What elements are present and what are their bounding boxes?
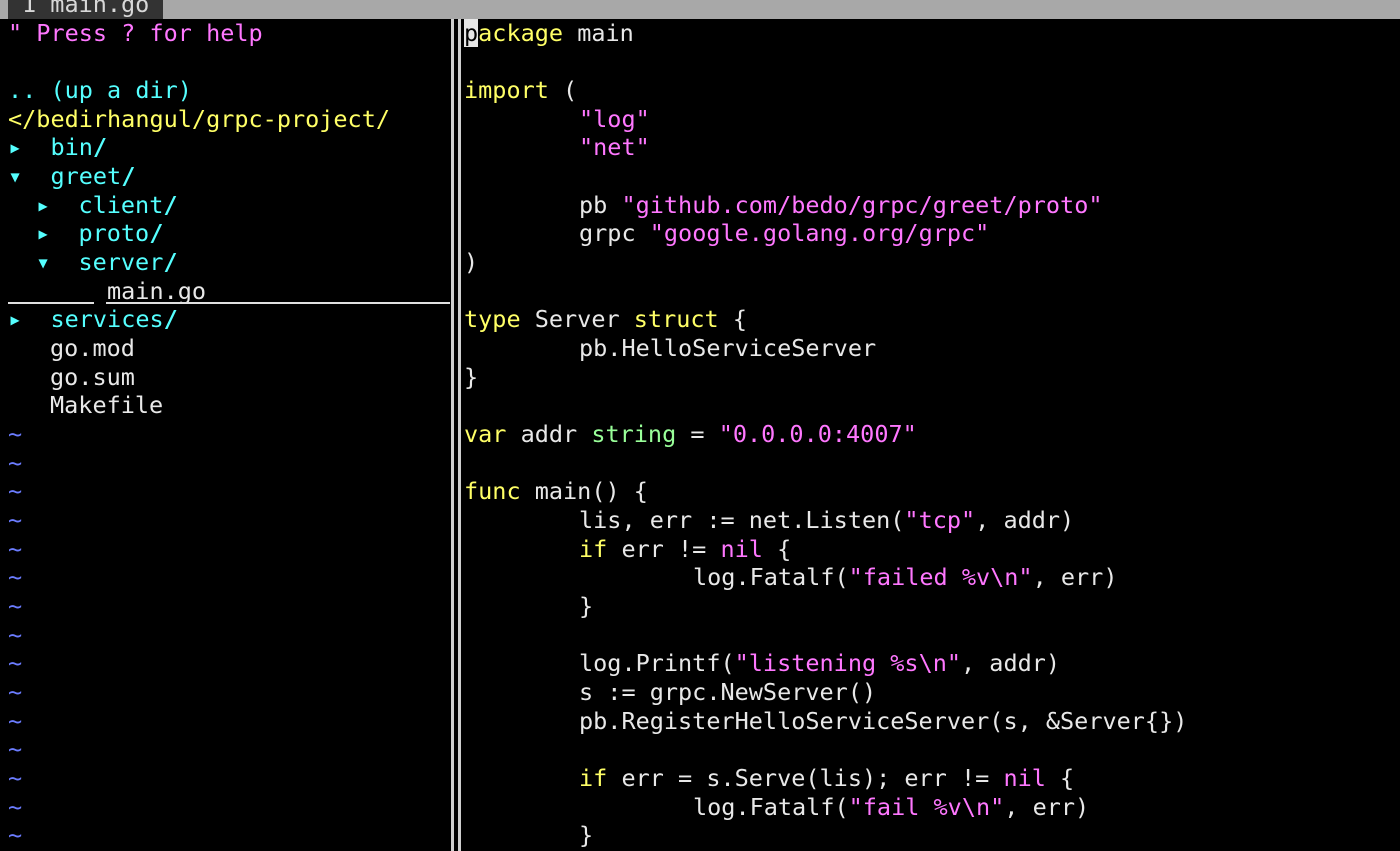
code-line-21: } xyxy=(579,592,594,620)
empty-line-marker: ~ xyxy=(8,821,23,849)
editor-pane[interactable]: package main import ( "log" "net" pb "gi… xyxy=(464,19,1400,851)
code-line-29: } xyxy=(579,821,594,849)
code-line-7: pb "github.com/bedo/grpc/greet/proto" xyxy=(579,191,1103,219)
tree-cursorline xyxy=(8,302,450,304)
code-line-5: "net" xyxy=(579,133,650,161)
code-line-4: "log" xyxy=(579,105,650,133)
empty-line-marker: ~ xyxy=(8,420,23,448)
empty-line-marker: ~ xyxy=(8,793,23,821)
tree-up-dir[interactable]: .. (up a dir) xyxy=(8,76,192,105)
collapsed-arrow-icon: ▸ xyxy=(8,305,23,333)
tree-item-client[interactable]: ▸ client/ xyxy=(36,191,178,220)
empty-line-marker: ~ xyxy=(8,621,23,649)
file-tree-pane: " Press ? for help .. (up a dir) </bedir… xyxy=(0,19,450,851)
empty-line-marker: ~ xyxy=(8,535,23,563)
window-separator[interactable] xyxy=(451,19,454,851)
tree-item-bin[interactable]: ▸ bin/ xyxy=(8,133,107,162)
tree-item-go-mod[interactable]: go.mod xyxy=(50,334,135,363)
code-line-19: if err != nil { xyxy=(579,535,792,563)
code-line-11: type Server struct { xyxy=(464,305,747,333)
code-line-1: package main xyxy=(464,19,634,47)
tree-cursorline-gap xyxy=(94,294,106,306)
code-line-17: func main() { xyxy=(464,477,648,505)
empty-line-marker: ~ xyxy=(8,735,23,763)
tree-item-proto[interactable]: ▸ proto/ xyxy=(36,219,163,248)
tab-line: 1 main.go xyxy=(0,0,1400,19)
empty-line-marker: ~ xyxy=(8,707,23,735)
tree-item-greet[interactable]: ▾ greet/ xyxy=(8,162,135,191)
expanded-arrow-icon: ▾ xyxy=(36,248,51,276)
collapsed-arrow-icon: ▸ xyxy=(8,133,23,161)
window-separator[interactable] xyxy=(458,19,461,851)
empty-line-marker: ~ xyxy=(8,506,23,534)
empty-line-marker: ~ xyxy=(8,764,23,792)
code-line-9: ) xyxy=(464,248,479,276)
tree-help-text: " Press ? for help xyxy=(8,19,263,47)
tree-item-services[interactable]: ▸ services/ xyxy=(8,305,178,334)
empty-line-marker: ~ xyxy=(8,449,23,477)
tree-root-path[interactable]: </bedirhangul/grpc-project/ xyxy=(8,105,390,134)
code-line-13: } xyxy=(464,363,479,391)
collapsed-arrow-icon: ▸ xyxy=(36,219,51,247)
code-line-27: if err = s.Serve(lis); err != nil { xyxy=(579,764,1075,792)
empty-line-marker: ~ xyxy=(8,649,23,677)
empty-line-marker: ~ xyxy=(8,477,23,505)
code-line-3: import ( xyxy=(464,76,578,104)
code-line-23: log.Printf("listening %s\n", addr) xyxy=(579,649,1061,677)
tree-item-makefile[interactable]: Makefile xyxy=(50,391,163,420)
tree-item-go-sum[interactable]: go.sum xyxy=(50,363,135,392)
collapsed-arrow-icon: ▸ xyxy=(36,191,51,219)
code-line-20: log.Fatalf("failed %v\n", err) xyxy=(693,563,1118,591)
empty-line-marker: ~ xyxy=(8,592,23,620)
code-line-25: pb.RegisterHelloServiceServer(s, &Server… xyxy=(579,707,1188,735)
code-line-24: s := grpc.NewServer() xyxy=(579,678,877,706)
code-line-8: grpc "google.golang.org/grpc" xyxy=(579,219,990,247)
text-cursor: p xyxy=(464,19,479,47)
code-line-15: var addr string = "0.0.0.0:4007" xyxy=(464,420,917,448)
empty-line-marker: ~ xyxy=(8,678,23,706)
tree-item-server[interactable]: ▾ server/ xyxy=(36,248,178,277)
empty-line-marker: ~ xyxy=(8,563,23,591)
code-line-28: log.Fatalf("fail %v\n", err) xyxy=(693,793,1090,821)
expanded-arrow-icon: ▾ xyxy=(8,162,23,190)
code-line-18: lis, err := net.Listen("tcp", addr) xyxy=(579,506,1075,534)
tab-main-go[interactable]: 1 main.go xyxy=(8,0,164,19)
code-line-12: pb.HelloServiceServer xyxy=(579,334,877,362)
